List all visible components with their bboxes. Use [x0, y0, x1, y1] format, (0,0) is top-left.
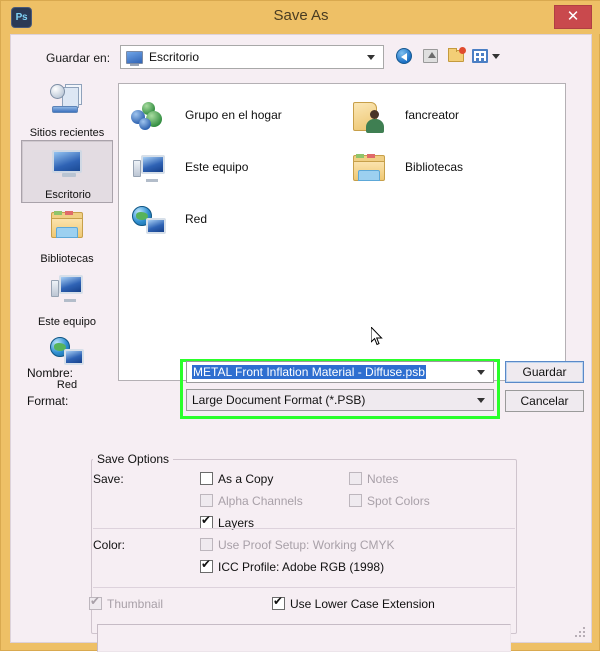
place-item-bibliotecas[interactable]: Bibliotecas — [21, 203, 113, 266]
desktop-monitor-icon — [126, 51, 143, 66]
checkbox-use-proof-setup-working-cmyk: Use Proof Setup: Working CMYK — [200, 538, 395, 552]
checkbox-icon — [89, 595, 102, 610]
place-item-sitios-recientes[interactable]: Sitios recientes — [21, 77, 113, 140]
look-in-label: Guardar en: — [46, 51, 111, 65]
close-icon[interactable]: ✕ — [554, 5, 592, 29]
resize-grip[interactable] — [573, 625, 585, 637]
checkbox-label: Spot Colors — [367, 494, 430, 508]
save-options-title: Save Options — [93, 452, 174, 466]
checkbox-icc-profile-adobe-rgb-1998[interactable]: ICC Profile: Adobe RGB (1998) — [200, 558, 385, 574]
network-icon — [131, 204, 171, 240]
chevron-down-icon — [367, 55, 375, 60]
list-item[interactable]: fancreator — [347, 92, 557, 144]
user-folder-icon — [351, 100, 391, 136]
libraries-icon — [49, 209, 85, 241]
checkbox-label: Thumbnail — [107, 597, 164, 611]
title-bar: Ps Save As ✕ — [1, 1, 600, 34]
back-icon[interactable] — [394, 44, 416, 68]
place-item-este-equipo[interactable]: Este equipo — [21, 266, 113, 329]
place-item-label: Escritorio — [45, 189, 91, 201]
checkbox-icon — [200, 472, 213, 485]
checkbox-icon — [272, 595, 285, 610]
chevron-down-icon — [492, 54, 500, 59]
file-name-label: Nombre: — [27, 366, 74, 380]
divider — [93, 528, 515, 529]
save-section-label: Save: — [93, 472, 124, 486]
checkbox-thumbnail: Thumbnail — [89, 595, 164, 611]
list-item-label: Grupo en el hogar — [185, 108, 282, 122]
checkbox-spot-colors: Spot Colors — [349, 494, 430, 508]
network-icon — [49, 335, 85, 367]
note-field[interactable] — [97, 624, 511, 652]
divider — [93, 587, 515, 588]
checkbox-icon — [200, 494, 213, 507]
file-format-value: Large Document Format (*.PSB) — [192, 393, 366, 407]
list-item[interactable]: Red — [127, 196, 337, 248]
place-item-label: Este equipo — [37, 316, 97, 328]
desktop-icon — [49, 147, 85, 179]
list-item-label: Red — [185, 212, 208, 226]
checkbox-label: Notes — [367, 472, 399, 486]
list-item[interactable]: Grupo en el hogar — [127, 92, 337, 144]
checkbox-label: As a Copy — [218, 472, 274, 486]
place-item-label: Bibliotecas — [40, 253, 94, 265]
checkbox-use-lower-case-extension[interactable]: Use Lower Case Extension — [272, 595, 435, 611]
chevron-down-icon[interactable] — [477, 370, 485, 375]
look-in-value: Escritorio — [149, 50, 200, 64]
recent-places-icon — [49, 83, 85, 115]
computer-icon — [49, 272, 85, 304]
place-item-label: Red — [56, 379, 78, 391]
checkbox-icon — [349, 472, 362, 485]
homegroup-icon — [131, 100, 171, 136]
checkbox-label: Use Proof Setup: Working CMYK — [218, 538, 395, 552]
list-item[interactable]: Bibliotecas — [347, 144, 557, 196]
checkbox-icon — [200, 558, 213, 573]
chevron-down-icon[interactable] — [477, 398, 485, 403]
checkbox-icon — [200, 538, 213, 551]
color-section-label: Color: — [93, 538, 126, 552]
save-button[interactable]: Guardar — [505, 361, 584, 383]
place-item-escritorio[interactable]: Escritorio — [21, 140, 113, 203]
place-item-red[interactable]: Red — [21, 329, 113, 392]
file-list[interactable]: Grupo en el hogar Este equipo Red fancreato… — [118, 83, 566, 381]
checkbox-label: Alpha Channels — [218, 494, 303, 508]
save-as-window: Ps Save As ✕ Guardar en: Escritorio Siti — [0, 0, 600, 652]
file-name-input[interactable]: METAL Front Inflation Material - Diffuse… — [186, 361, 494, 383]
file-format-label: Format: — [27, 394, 69, 408]
views-icon[interactable] — [472, 44, 502, 68]
checkbox-alpha-channels: Alpha Channels — [200, 494, 303, 508]
cancel-button[interactable]: Cancelar — [505, 390, 584, 412]
file-name-value: METAL Front Inflation Material - Diffuse… — [192, 365, 426, 379]
list-item-label: Bibliotecas — [405, 160, 464, 174]
new-folder-icon[interactable] — [446, 44, 468, 68]
computer-icon — [131, 152, 171, 188]
look-in-dropdown[interactable]: Escritorio — [120, 45, 384, 69]
checkbox-label: Use Lower Case Extension — [290, 597, 435, 611]
checkbox-as-a-copy[interactable]: As a Copy — [200, 472, 273, 486]
libraries-folder-icon — [351, 152, 391, 188]
checkbox-icon — [349, 494, 362, 507]
place-item-label: Sitios recientes — [29, 127, 105, 139]
checkbox-notes: Notes — [349, 472, 398, 486]
list-item-label: Este equipo — [185, 160, 249, 174]
file-format-dropdown[interactable]: Large Document Format (*.PSB) — [186, 389, 494, 411]
list-item-label: fancreator — [405, 108, 460, 122]
up-folder-icon[interactable] — [420, 44, 442, 68]
dialog-client-area: Guardar en: Escritorio Sitios recientes E… — [10, 34, 592, 652]
list-item[interactable]: Este equipo — [127, 144, 337, 196]
checkbox-label: ICC Profile: Adobe RGB (1998) — [218, 560, 385, 574]
places-bar: Sitios recientes Escritorio Bibliotecas Est… — [21, 77, 113, 395]
window-title: Save As — [273, 7, 329, 24]
